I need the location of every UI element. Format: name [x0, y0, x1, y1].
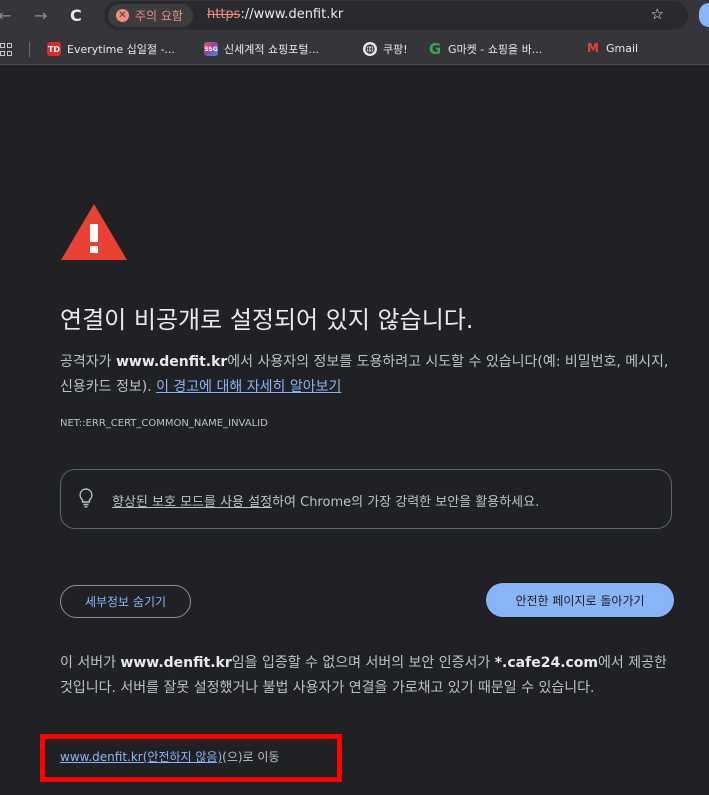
enhanced-protection-box: 향상된 보호 모드를 사용 설정하여 Chrome의 가장 강력한 보안을 활용… [60, 469, 672, 529]
bookmarks-bar: TD Everytime 십일절 -... SSG 신세계적 쇼핑포털... 쿠… [0, 34, 709, 65]
bookmark-ssg[interactable]: SSG 신세계적 쇼핑포털... [204, 41, 319, 57]
desc-prefix: 공격자가 [60, 354, 116, 370]
url-host: ://www.denfit.kr [240, 7, 344, 22]
bookmark-label: 신세계적 쇼핑포털... [224, 43, 319, 56]
bookmark-label: 쿠팡! [383, 43, 408, 56]
enhanced-protection-text: 하여 Chrome의 가장 강력한 보안을 활용하세요. [272, 495, 540, 510]
ssg-icon: SSG [204, 42, 218, 56]
star-icon[interactable]: ☆ [651, 5, 664, 23]
desc-domain: www.denfit.kr [115, 354, 228, 370]
url-text[interactable]: https://www.denfit.kr [207, 7, 343, 22]
address-bar[interactable]: ✕ 주의 요함 https://www.denfit.kr ☆ [104, 1, 688, 30]
profile-avatar[interactable] [699, 3, 709, 27]
security-warning-chip[interactable]: ✕ 주의 요함 [108, 4, 193, 27]
bookmark-label: Gmail [606, 41, 639, 55]
details-prefix: 이 서버가 [60, 655, 121, 671]
gmarket-icon: G [428, 40, 442, 58]
error-code: NET::ERR_CERT_COMMON_NAME_INVALID [60, 418, 268, 429]
proceed-suffix: (으)로 이동 [222, 750, 280, 764]
bookmark-gmarket[interactable]: G G마켓 - 쇼핑을 바... [428, 40, 543, 58]
bookmark-everytime[interactable]: TD Everytime 십일절 -... [47, 41, 175, 57]
security-chip-label: 주의 요함 [135, 9, 183, 23]
bookmark-gmail[interactable]: M Gmail [586, 41, 638, 55]
details-domain: www.denfit.kr [120, 655, 232, 671]
warning-description: 공격자가 www.denfit.kr에서 사용자의 정보를 도용하려고 시도할 … [60, 350, 675, 400]
everytime-icon: TD [47, 42, 61, 56]
gmail-icon: M [587, 41, 599, 55]
bookmark-coupang[interactable]: 쿠팡! [363, 41, 408, 57]
details-cert: *.cafe24.com [494, 655, 599, 671]
forward-icon[interactable]: → [34, 6, 47, 26]
proceed-unsafe-link[interactable]: www.denfit.kr(안전하지 않음) [60, 750, 222, 764]
proceed-line: www.denfit.kr(안전하지 않음)(으)로 이동 [60, 748, 280, 765]
learn-more-link[interactable]: 이 경고에 대해 자세히 알아보기 [156, 379, 341, 395]
warning-triangle-icon [61, 204, 127, 260]
reload-icon[interactable]: C [70, 6, 82, 26]
lightbulb-icon [79, 488, 93, 508]
apps-grid-icon[interactable] [0, 43, 13, 56]
bookmarks-separator [29, 42, 30, 57]
bookmark-label: Everytime 십일절 -... [67, 43, 175, 56]
hide-details-button[interactable]: 세부정보 숨기기 [60, 585, 191, 618]
details-text: 이 서버가 www.denfit.kr임을 입증할 수 없으며 서버의 보안 인… [60, 651, 672, 701]
enhanced-protection-link[interactable]: 향상된 보호 모드를 사용 설정 [112, 495, 272, 510]
warning-icon: ✕ [116, 9, 129, 22]
back-icon[interactable]: ← [0, 6, 11, 26]
globe-icon [363, 42, 377, 56]
details-mid: 임을 입증할 수 없으며 서버의 보안 인증서가 [231, 655, 495, 671]
bookmark-label: G마켓 - 쇼핑을 바... [448, 43, 543, 56]
back-to-safety-button[interactable]: 안전한 페이지로 돌아가기 [486, 583, 674, 617]
page-title: 연결이 비공개로 설정되어 있지 않습니다. [60, 306, 474, 334]
url-protocol: https [207, 7, 241, 22]
browser-toolbar: ← → C ✕ 주의 요함 https://www.denfit.kr ☆ [0, 0, 709, 34]
